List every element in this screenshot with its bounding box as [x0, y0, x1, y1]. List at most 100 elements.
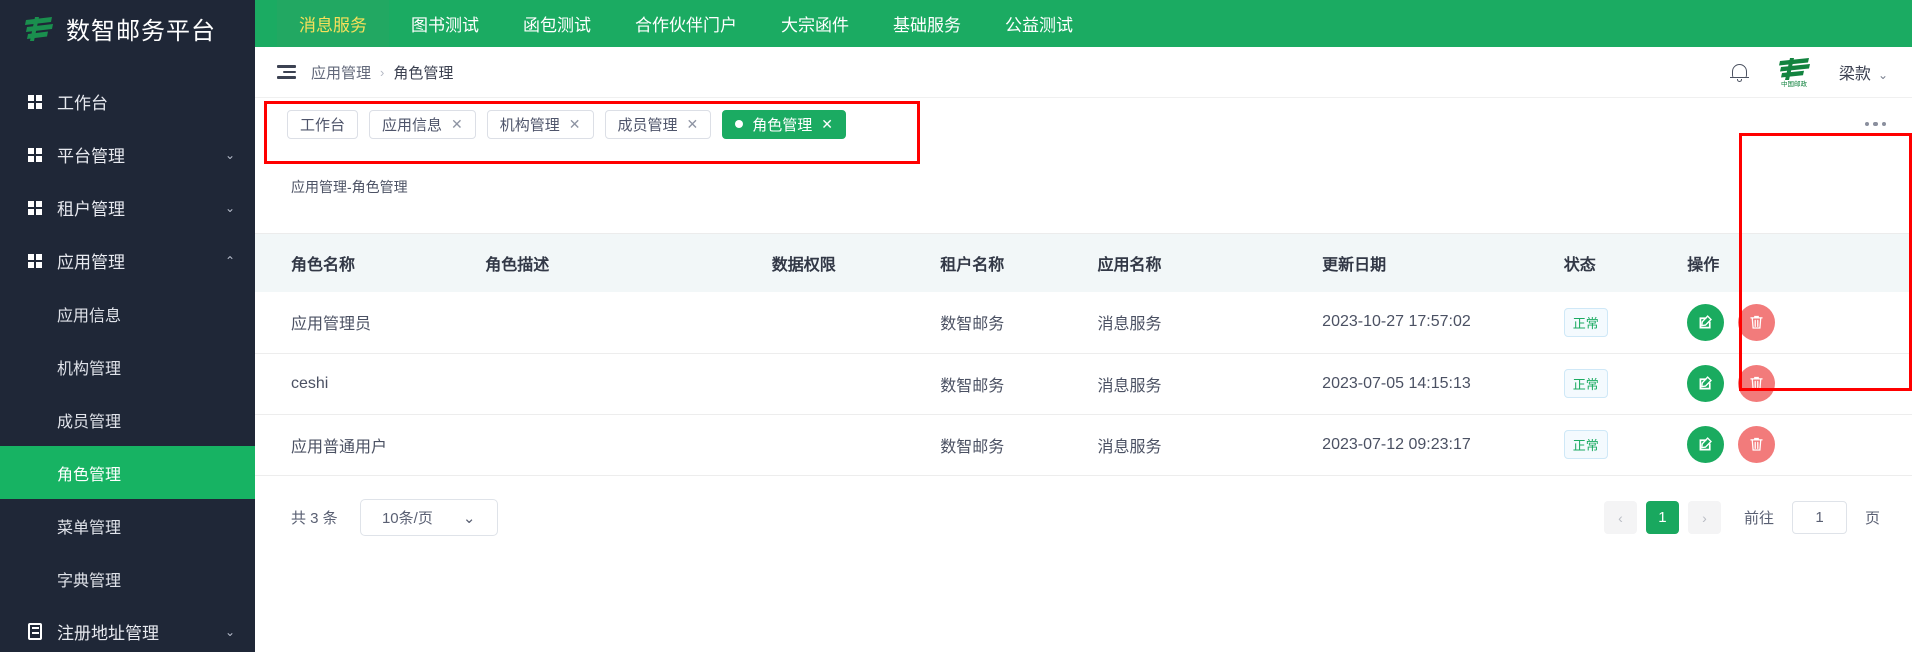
cell-update-date: 2023-07-05 14:15:13 — [1322, 353, 1564, 415]
topnav-item-label: 消息服务 — [299, 16, 367, 35]
cell-tenant-name: 数智邮务 — [940, 414, 1098, 476]
tab-workbench[interactable]: 工作台 — [287, 109, 359, 139]
table-header: 角色名称 角色描述 数据权限 租户名称 应用名称 更新日期 状态 操作 — [255, 234, 1912, 292]
goto-page-input[interactable]: 1 — [1791, 501, 1847, 534]
sidebar-subitem-member-management[interactable]: 成员管理 — [0, 393, 255, 446]
table-row[interactable]: 应用普通用户 数智邮务 消息服务 2023-07-12 09:23:17 正常 — [255, 414, 1912, 476]
sidebar-item-label: 租户管理 — [57, 200, 125, 219]
delete-button[interactable] — [1738, 303, 1776, 341]
next-page-button[interactable]: › — [1687, 501, 1721, 534]
cell-role-desc — [485, 414, 772, 476]
topnav-item-label: 合作伙伴门户 — [635, 16, 737, 35]
column-header-role-desc: 角色描述 — [485, 234, 772, 292]
cell-app-name: 消息服务 — [1097, 414, 1323, 476]
delete-button[interactable] — [1738, 365, 1776, 402]
sidebar-item-label: 平台管理 — [57, 147, 125, 166]
column-header-tenant-name: 租户名称 — [940, 234, 1098, 292]
menu-collapse-icon[interactable] — [277, 65, 296, 79]
sidebar-subitem-role-management[interactable]: 角色管理 — [0, 446, 255, 499]
grid-icon — [28, 200, 46, 215]
breadcrumb-item-0[interactable]: 应用管理 — [311, 62, 371, 83]
table-body: 应用管理员 数智邮务 消息服务 2023-10-27 17:57:02 正常 c… — [255, 292, 1912, 476]
tab-app-info[interactable]: 应用信息 ✕ — [369, 109, 476, 139]
sidebar-item-label: 注册地址管理 — [57, 624, 159, 643]
page-number-1[interactable]: 1 — [1645, 501, 1679, 534]
status-badge: 正常 — [1563, 307, 1608, 337]
close-icon[interactable]: ✕ — [687, 117, 699, 131]
column-header-role-name: 角色名称 — [255, 234, 486, 292]
cell-status: 正常 — [1563, 292, 1688, 354]
cell-actions — [1687, 353, 1912, 415]
tab-label: 角色管理 — [752, 116, 813, 134]
sidebar-subitem-label: 菜单管理 — [57, 519, 122, 537]
cell-tenant-name: 数智邮务 — [940, 353, 1098, 415]
cell-update-date: 2023-10-27 17:57:02 — [1322, 292, 1564, 354]
table-row[interactable]: ceshi 数智邮务 消息服务 2023-07-05 14:15:13 正常 — [255, 353, 1912, 415]
topnav-item-letter-test[interactable]: 函包测试 — [501, 0, 613, 47]
grid-icon — [28, 147, 46, 162]
sidebar-item-register-address-management[interactable]: 注册地址管理 ⌄ — [0, 605, 255, 652]
column-header-update-date: 更新日期 — [1322, 234, 1564, 292]
cell-role-desc — [485, 353, 772, 415]
chevron-up-icon: ⌃ — [224, 253, 235, 268]
cell-app-name: 消息服务 — [1097, 353, 1323, 415]
sidebar-subitem-label: 应用信息 — [57, 307, 122, 325]
cell-update-date: 2023-07-12 09:23:17 — [1322, 414, 1564, 476]
sidebar-subitem-dictionary-management[interactable]: 字典管理 — [0, 552, 255, 605]
table-row[interactable]: 应用管理员 数智邮务 消息服务 2023-10-27 17:57:02 正常 — [255, 292, 1912, 354]
sidebar-logo[interactable]: 数智邮务平台 — [0, 0, 255, 57]
sidebar-item-tenant-management[interactable]: 租户管理 ⌄ — [0, 181, 255, 234]
cell-actions — [1687, 414, 1912, 476]
topnav-item-label: 函包测试 — [523, 16, 591, 35]
tab-role-management[interactable]: 角色管理 ✕ — [722, 109, 847, 139]
header-right-group: 中国邮政 梁款 ⌄ — [1729, 56, 1888, 88]
edit-button[interactable] — [1687, 303, 1725, 341]
tab-label: 应用信息 — [382, 116, 443, 134]
tab-label: 成员管理 — [617, 116, 678, 134]
main-area: 消息服务 图书测试 函包测试 合作伙伴门户 大宗函件 基础服务 公益测试 应用管… — [255, 0, 1912, 652]
topnav-item-message-service[interactable]: 消息服务 — [277, 0, 389, 47]
sidebar-item-platform-management[interactable]: 平台管理 ⌄ — [0, 128, 255, 181]
topnav-item-public-welfare-test[interactable]: 公益测试 — [983, 0, 1095, 47]
goto-label: 前往 — [1743, 510, 1774, 527]
china-post-brand-icon: 中国邮政 — [1771, 56, 1817, 88]
topnav-item-basic-service[interactable]: 基础服务 — [871, 0, 983, 47]
table-header-row: 角色名称 角色描述 数据权限 租户名称 应用名称 更新日期 状态 操作 — [255, 234, 1912, 292]
tab-member-management[interactable]: 成员管理 ✕ — [604, 109, 712, 139]
user-menu[interactable]: 梁款 ⌄ — [1839, 60, 1888, 84]
breadcrumb-separator-icon: › — [380, 64, 385, 80]
breadcrumb-item-1: 角色管理 — [393, 64, 454, 82]
tab-org-management[interactable]: 机构管理 ✕ — [486, 109, 594, 139]
document-icon — [28, 623, 46, 640]
topnav-item-bulk-mail[interactable]: 大宗函件 — [759, 0, 871, 47]
notification-bell-icon[interactable] — [1729, 62, 1749, 83]
cell-app-name: 消息服务 — [1097, 292, 1323, 354]
edit-button[interactable] — [1687, 365, 1725, 402]
delete-button[interactable] — [1738, 426, 1776, 463]
top-navigation: 消息服务 图书测试 函包测试 合作伙伴门户 大宗函件 基础服务 公益测试 — [255, 0, 1912, 47]
sidebar-item-workbench[interactable]: 工作台 — [0, 75, 255, 128]
close-icon[interactable]: ✕ — [821, 117, 833, 131]
close-icon[interactable]: ✕ — [451, 117, 463, 131]
sidebar-item-label: 工作台 — [57, 94, 108, 113]
sidebar-subitem-app-info[interactable]: 应用信息 — [0, 287, 255, 340]
cell-role-name: 应用普通用户 — [255, 414, 486, 476]
column-header-data-scope: 数据权限 — [771, 234, 941, 292]
sidebar-subitem-label: 字典管理 — [57, 572, 122, 590]
close-icon[interactable]: ✕ — [569, 117, 581, 131]
page-size-select[interactable]: 10条/页 ⌄ — [359, 499, 498, 536]
tab-strip: 工作台 应用信息 ✕ 机构管理 ✕ 成员管理 ✕ 角色管理 ✕ — [255, 97, 1912, 150]
sidebar-subitem-org-management[interactable]: 机构管理 — [0, 340, 255, 393]
edit-button[interactable] — [1687, 426, 1725, 463]
topnav-item-book-test[interactable]: 图书测试 — [389, 0, 501, 47]
cell-tenant-name: 数智邮务 — [940, 292, 1098, 354]
prev-page-button[interactable]: ‹ — [1603, 501, 1637, 534]
sidebar-item-application-management[interactable]: 应用管理 ⌃ — [0, 234, 255, 287]
user-name-label: 梁款 — [1838, 66, 1871, 83]
tab-label: 工作台 — [300, 116, 346, 134]
chevron-down-icon: ⌄ — [224, 624, 235, 639]
topnav-item-partner-portal[interactable]: 合作伙伴门户 — [613, 0, 759, 47]
tab-options-button[interactable] — [1864, 121, 1886, 127]
pagination-bar: 共 3 条 10条/页 ⌄ ‹ 1 › 前往 1 页 — [255, 476, 1912, 560]
sidebar-subitem-menu-management[interactable]: 菜单管理 — [0, 499, 255, 552]
